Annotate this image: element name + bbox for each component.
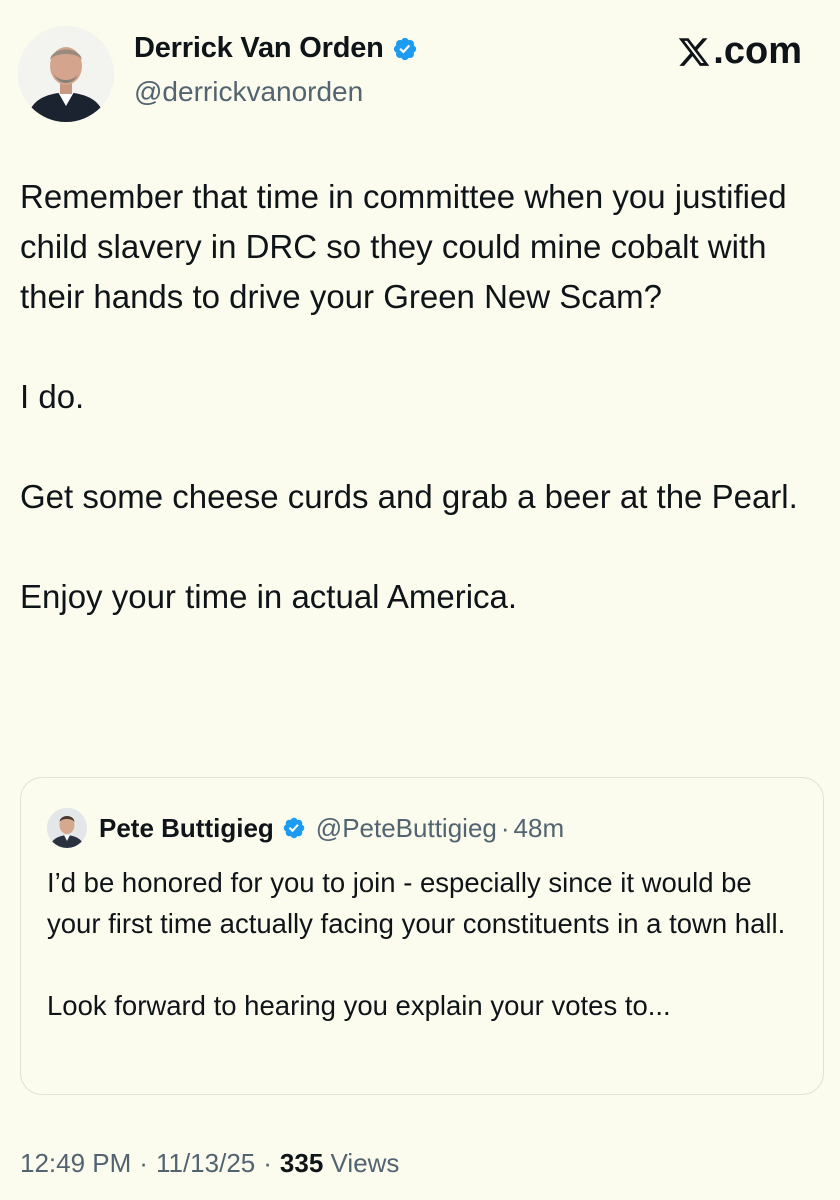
- tweet-text: Remember that time in committee when you…: [20, 172, 820, 622]
- quoted-tweet-card[interactable]: Pete Buttigieg @PeteButtigieg · 48m I’d …: [20, 777, 824, 1095]
- author-handle[interactable]: @derrickvanorden: [134, 76, 363, 108]
- views-label: Views: [330, 1148, 400, 1178]
- verified-badge-icon: [283, 817, 305, 839]
- quoted-author-name[interactable]: Pete Buttigieg: [99, 813, 274, 844]
- quoted-tweet-time[interactable]: 48m: [514, 813, 565, 844]
- tweet-time[interactable]: 12:49 PM: [20, 1148, 131, 1178]
- quoted-tweet-header: Pete Buttigieg @PeteButtigieg · 48m: [47, 808, 564, 848]
- tweet-date[interactable]: 11/13/25: [156, 1148, 255, 1178]
- author-name[interactable]: Derrick Van Orden: [134, 32, 384, 65]
- tweet-paragraph: I do.: [20, 378, 85, 415]
- author-avatar[interactable]: [18, 26, 114, 122]
- tweet-paragraph: Enjoy your time in actual America.: [20, 578, 518, 615]
- quoted-author-avatar-image: [47, 808, 87, 848]
- site-logo-text: .com: [713, 30, 802, 72]
- verified-badge-icon: [393, 37, 416, 60]
- separator-dot: ·: [139, 1148, 148, 1178]
- quoted-tweet-paragraph: Look forward to hearing you explain your…: [47, 990, 671, 1021]
- tweet-paragraph: Remember that time in committee when you…: [20, 178, 787, 315]
- author-avatar-image: [18, 26, 114, 122]
- tweet-paragraph: Get some cheese curds and grab a beer at…: [20, 478, 798, 515]
- tweet-meta: 12:49 PM · 11/13/25 · 335 Views: [20, 1148, 399, 1179]
- tweet-header: Derrick Van Orden @derrickvanorden .com: [0, 0, 840, 130]
- x-logo-icon: [679, 37, 710, 66]
- quoted-tweet-text: I’d be honored for you to join - especia…: [47, 862, 807, 1026]
- separator-dot: ·: [500, 812, 510, 843]
- quoted-author-handle[interactable]: @PeteButtigieg: [316, 813, 497, 844]
- site-logo: .com: [677, 30, 802, 73]
- views-count: 335: [279, 1148, 324, 1178]
- quoted-tweet-paragraph: I’d be honored for you to join - especia…: [47, 867, 786, 939]
- quoted-author-avatar[interactable]: [47, 808, 87, 848]
- separator-dot: ·: [263, 1148, 272, 1178]
- author-name-row[interactable]: Derrick Van Orden: [134, 32, 418, 65]
